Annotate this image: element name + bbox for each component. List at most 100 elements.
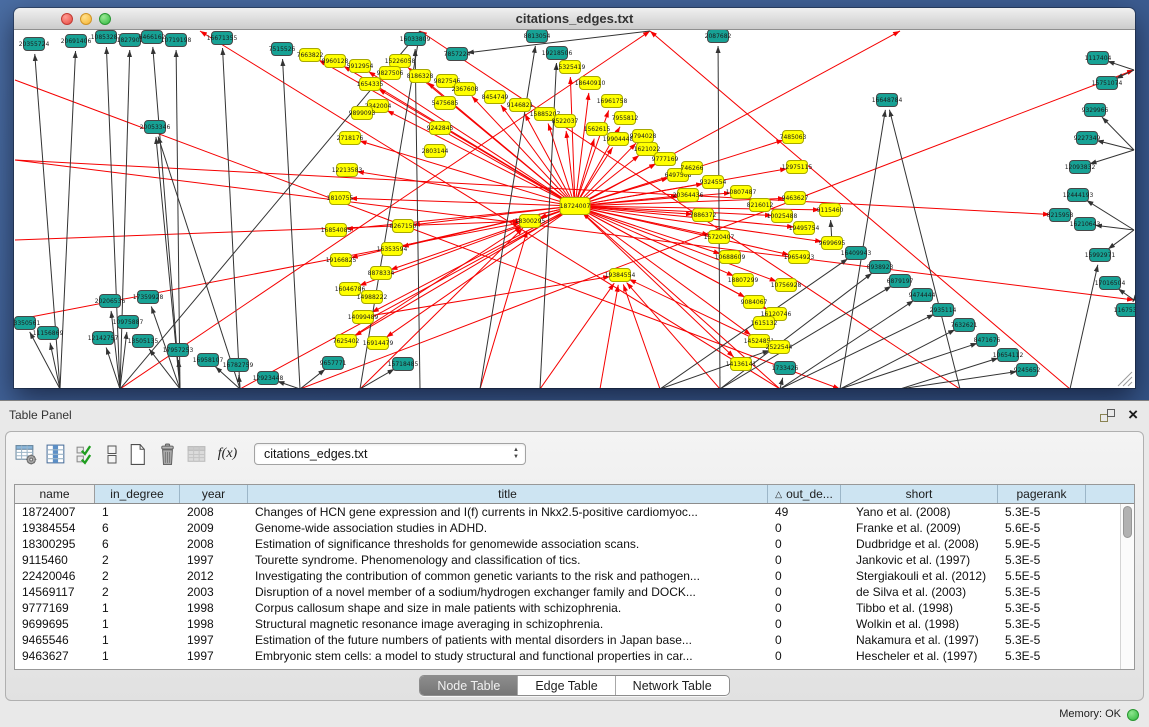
table-row[interactable]: 946362711997Embryonic stem cells: a mode… (15, 648, 1134, 664)
header-title[interactable]: title (248, 485, 768, 503)
graph-node-label: 7955812 (612, 115, 639, 122)
select-all-button[interactable] (74, 442, 99, 467)
graph-node-label: 7663822 (297, 52, 324, 59)
table-row[interactable]: 1938455462009Genome-wide association stu… (15, 520, 1134, 536)
graph-edge (575, 206, 777, 281)
graph-node-label: 12142757 (88, 335, 119, 342)
table-row[interactable]: 977716911998Corpus callosum shape and si… (15, 600, 1134, 616)
graph-edge (60, 51, 76, 388)
graph-node-label: 16353594 (377, 246, 408, 253)
network-table-selector[interactable]: citations_edges.txt ▲▼ (254, 443, 526, 465)
graph-edge (1090, 150, 1134, 164)
network-graph[interactable]: 2035572420691406108532871827902646616210… (14, 30, 1135, 388)
graph-node-label: 1615132 (751, 320, 778, 327)
graph-node-label: 9794028 (630, 133, 657, 140)
graph-edge (1116, 70, 1134, 79)
graph-node-label: 16961758 (597, 98, 628, 105)
table-row[interactable]: 946554611997Estimation of the future num… (15, 632, 1134, 648)
graph-edge (30, 332, 60, 388)
graph-node-label: 13505135 (128, 338, 159, 345)
table-toolbar: f(x) citations_edges.txt ▲▼ (14, 439, 526, 469)
graph-node-label: 2087682 (705, 33, 732, 40)
header-pagerank[interactable]: pagerank (998, 485, 1086, 503)
table-row[interactable]: 1872400712008Changes of HCN gene express… (15, 504, 1134, 520)
graph-node-label: 20206536 (95, 298, 126, 305)
table-row[interactable]: 1456911722003Disruption of a novel membe… (15, 584, 1134, 600)
import-table-icon-disabled (186, 443, 209, 466)
graph-edge (575, 206, 734, 357)
table-scrollbar-thumb[interactable] (1123, 506, 1132, 538)
table-row[interactable]: 1830029562008Estimation of significance … (15, 536, 1134, 552)
header-out-degree[interactable]: △out_de... (768, 485, 841, 503)
graph-node-label: 7886372 (690, 212, 717, 219)
table-options-button[interactable] (14, 442, 39, 467)
table-row[interactable]: 911546021997Tourette syndrome. Phenomeno… (15, 552, 1134, 568)
graph-edge (223, 48, 240, 388)
graph-node-label: 15751074 (1092, 80, 1123, 87)
network-canvas[interactable]: 2035572420691406108532871827902646616210… (14, 30, 1135, 388)
combo-stepper-icon: ▲▼ (513, 447, 519, 461)
graph-node-label: 1167533 (1114, 307, 1135, 314)
header-filler (1086, 485, 1134, 503)
table-row[interactable]: 969969511998Structural magnetic resonanc… (15, 616, 1134, 632)
delete-column-button[interactable] (155, 442, 180, 467)
tab-network-table[interactable]: Network Table (615, 676, 729, 695)
tab-node-table[interactable]: Node Table (420, 676, 517, 695)
window-resize-grip[interactable] (1118, 372, 1132, 386)
graph-node-label: 20691406 (61, 38, 92, 45)
graph-node-label: 2803144 (422, 148, 449, 155)
graph-node-label: 17957253 (163, 347, 194, 354)
trash-icon (156, 443, 179, 466)
graph-node-label: 7857224 (444, 51, 471, 58)
float-icon-front (1107, 409, 1115, 417)
graph-edge (718, 46, 720, 388)
graph-node-label: 7625402 (333, 338, 360, 345)
graph-node-label: 9146821 (507, 102, 534, 109)
graph-node-label: 9777169 (652, 156, 679, 163)
window-title: citations_edges.txt (14, 8, 1135, 30)
float-panel-button[interactable] (1100, 409, 1115, 422)
clear-selection-button[interactable] (104, 442, 120, 467)
graph-node-label: 9474444 (909, 292, 936, 299)
header-name[interactable]: name (15, 485, 95, 503)
header-short[interactable]: short (841, 485, 998, 503)
graph-node-label: 1733426 (772, 365, 799, 372)
graph-edge (350, 198, 575, 206)
graph-edge (575, 93, 589, 206)
graph-edge (176, 50, 180, 388)
header-in-degree[interactable]: in_degree (95, 485, 180, 503)
import-table-button[interactable] (185, 442, 210, 467)
window-titlebar[interactable]: citations_edges.txt (14, 8, 1135, 30)
graph-node-label: 16648784 (872, 97, 903, 104)
graph-node-label: 746266 (681, 165, 704, 172)
graph-node-label: 18300295 (515, 218, 546, 225)
graph-node-label: 8938923 (867, 264, 894, 271)
graph-edge (1108, 230, 1134, 249)
select-columns-button[interactable] (44, 442, 69, 467)
graph-edge (277, 381, 300, 388)
new-column-button[interactable] (125, 442, 150, 467)
header-year[interactable]: year (180, 485, 248, 503)
table-scrollbar[interactable] (1120, 504, 1134, 669)
graph-edge (153, 47, 180, 388)
graph-node-label: 2367608 (452, 86, 479, 93)
graph-edge (1102, 117, 1134, 150)
graph-node-label: 15226058 (385, 58, 416, 65)
graph-node-label: 7485063 (780, 134, 807, 141)
close-panel-button[interactable]: × (1128, 403, 1138, 427)
memory-status-icon[interactable] (1127, 709, 1139, 721)
graph-node-label: 19218506 (542, 50, 573, 57)
graph-node-label: 17359928 (133, 294, 164, 301)
tab-edge-table[interactable]: Edge Table (517, 676, 614, 695)
graph-node-label: 16914479 (363, 340, 394, 347)
graph-edge (15, 160, 1050, 214)
function-builder-button[interactable]: f(x) (215, 442, 240, 467)
new-document-icon (126, 443, 149, 466)
graph-node-label: 7515526 (269, 46, 296, 53)
graph-node-label: 9899093 (349, 110, 376, 117)
table-row[interactable]: 2242004622012Investigating the contribut… (15, 568, 1134, 584)
table-panel-body: f(x) citations_edges.txt ▲▼ name in_degr… (5, 431, 1144, 701)
graph-node-label: 16782759 (223, 362, 254, 369)
graph-node-label: 9084067 (741, 299, 768, 306)
graph-node-label: 13350561 (14, 320, 40, 327)
